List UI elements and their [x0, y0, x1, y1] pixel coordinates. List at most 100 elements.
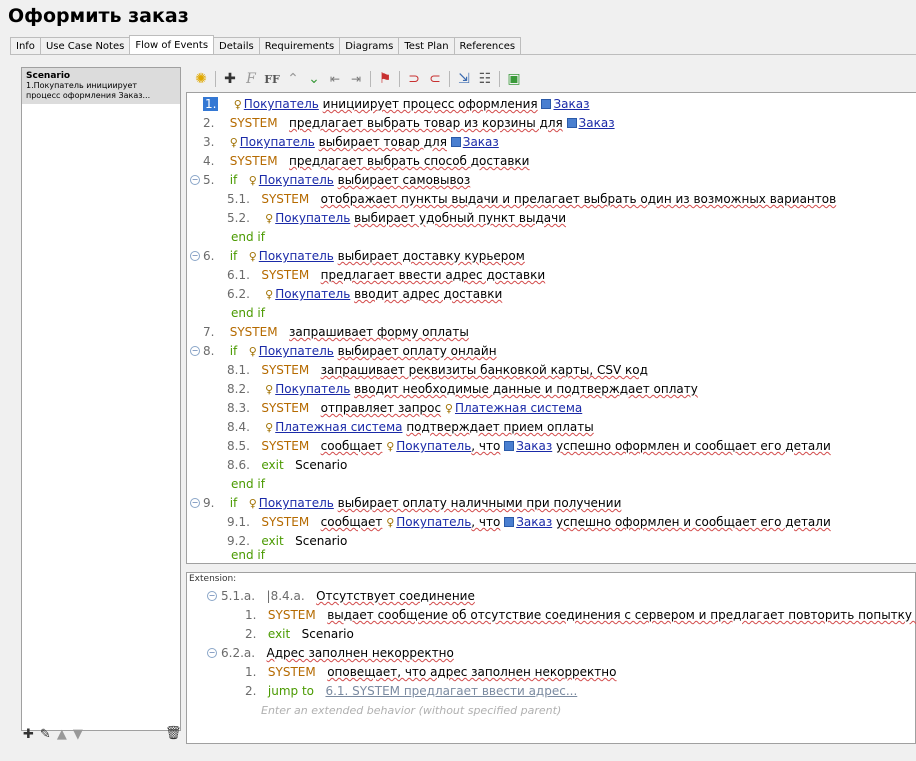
insert-icon[interactable]: ⇲	[455, 70, 473, 88]
jump-target-link[interactable]: 6.1. SYSTEM предлагает ввести адрес...	[325, 684, 577, 698]
collapse-icon[interactable]: −	[190, 251, 200, 261]
extension-row[interactable]: 5.1.a. |8.4.a. Отсутствует соединение	[221, 587, 475, 606]
step-row[interactable]: 8. if ♀ Покупатель выбирает оплату онлайн	[203, 342, 497, 361]
actor-link[interactable]: Покупатель	[275, 287, 350, 301]
if-keyword: if	[229, 249, 238, 263]
step-row[interactable]: 6.2. ♀ Покупатель вводит адрес доставки	[227, 285, 502, 304]
loop-icon[interactable]: ⊂	[426, 70, 444, 88]
move-down-icon[interactable]: ⌄	[305, 70, 323, 88]
step-row[interactable]: 4. SYSTEM предлагает выбрать способ дост…	[203, 152, 529, 171]
tab-requirements[interactable]: Requirements	[258, 37, 341, 55]
move-up-icon[interactable]: ▲	[57, 727, 67, 742]
collapse-icon[interactable]: −	[207, 648, 217, 658]
separator	[370, 71, 371, 87]
step-row[interactable]: 7. SYSTEM запрашивает форму оплаты	[203, 323, 469, 342]
indent-icon[interactable]: ⇥	[347, 70, 365, 88]
branch-icon[interactable]: ⊃	[405, 70, 423, 88]
step-number: 8.5.	[227, 439, 250, 453]
tab-flow-of-events[interactable]: Flow of Events	[129, 35, 215, 55]
outdent-icon[interactable]: ⇤	[326, 70, 344, 88]
tab-details[interactable]: Details	[213, 37, 260, 55]
tab-test-plan[interactable]: Test Plan	[398, 37, 455, 55]
entity-link[interactable]: Заказ	[516, 439, 552, 453]
extension-placeholder[interactable]: Enter an extended behavior (without spec…	[261, 701, 561, 720]
step-row[interactable]: 8.5. SYSTEM сообщает ♀ Покупатель, что За…	[227, 437, 831, 456]
extension-step[interactable]: 1. SYSTEM выдает сообщение об отсутствие…	[245, 606, 916, 625]
actor-link[interactable]: Покупатель	[275, 211, 350, 225]
edit-icon[interactable]: ✎	[40, 727, 51, 742]
step-row[interactable]: 6.1. SYSTEM предлагает ввести адрес дост…	[227, 266, 545, 285]
tab-references[interactable]: References	[453, 37, 522, 55]
step-number: 2.	[203, 116, 215, 130]
step-row[interactable]: 9.1. SYSTEM сообщает ♀ Покупатель, что За…	[227, 513, 831, 532]
step-row[interactable]: 6. if ♀ Покупатель выбирает доставку курь…	[203, 247, 525, 266]
step-row[interactable]: 1. ♀ Покупатель инициирует процесс оформл…	[203, 95, 590, 114]
step-row[interactable]: 8.1. SYSTEM запрашивает реквизиты банков…	[227, 361, 648, 380]
step-row[interactable]: 5.1. SYSTEM отображает пункты выдачи и п…	[227, 190, 836, 209]
add-step-icon[interactable]: ✚	[221, 70, 239, 88]
step-row[interactable]: 5.2. ♀ Покупатель выбирает удобный пункт …	[227, 209, 566, 228]
move-up-icon[interactable]: ⌃	[284, 70, 302, 88]
delete-icon[interactable]: 🗑	[165, 726, 182, 741]
extension-step[interactable]: 1. SYSTEM оповещает, что адрес заполнен …	[245, 663, 617, 682]
actor-icon: ♀	[233, 98, 242, 111]
collapse-icon[interactable]: −	[207, 591, 217, 601]
entity-link[interactable]: Заказ	[463, 135, 499, 149]
step-row[interactable]: 8.2. ♀ Покупатель вводит необходимые данн…	[227, 380, 698, 399]
actor-link[interactable]: Покупатель	[396, 439, 471, 453]
tab-info[interactable]: Info	[10, 37, 41, 55]
if-keyword: if	[229, 496, 238, 510]
step-row[interactable]: 8.4. ♀ Платежная система подтверждает при…	[227, 418, 594, 437]
collapse-icon[interactable]: −	[190, 346, 200, 356]
step-row[interactable]: 5. if ♀ Покупатель выбирает самовывоз	[203, 171, 470, 190]
actor-link[interactable]: Покупатель	[259, 496, 334, 510]
scenario-item[interactable]: Scenario 1.Покупатель инициирует процесс…	[22, 68, 180, 104]
collapse-icon[interactable]: −	[190, 498, 200, 508]
step-number: 1.	[203, 97, 219, 111]
format-f-icon[interactable]: FF	[263, 70, 281, 88]
move-down-icon[interactable]: ▼	[73, 727, 83, 742]
actor-link[interactable]: Платежная система	[275, 420, 402, 434]
actor-icon: ♀	[248, 250, 257, 263]
extension-title: Отсутствует соединение	[316, 589, 475, 603]
checklist-icon[interactable]: ☷	[476, 70, 494, 88]
step-row[interactable]: 9. if ♀ Покупатель выбирает оплату наличн…	[203, 494, 621, 513]
actor-link[interactable]: Покупатель	[259, 249, 334, 263]
flow-editor[interactable]: 1. ♀ Покупатель инициирует процесс оформл…	[186, 92, 916, 564]
step-row[interactable]: 8.3. SYSTEM отправляет запрос ♀ Платежная…	[227, 399, 582, 418]
actor-icon: ♀	[265, 383, 274, 396]
new-step-icon[interactable]: ✺	[192, 70, 210, 88]
end-if: end if	[231, 230, 265, 244]
window-icon[interactable]: ▣	[505, 70, 523, 88]
actor-link[interactable]: Покупатель	[259, 173, 334, 187]
entity-icon	[504, 517, 515, 527]
actor-link[interactable]: Покупатель	[244, 97, 319, 111]
entity-link[interactable]: Заказ	[516, 515, 552, 529]
entity-icon	[504, 441, 515, 451]
step-number: 5.1.	[227, 192, 250, 206]
add-icon[interactable]: ✚	[23, 727, 34, 742]
step-row[interactable]: 8.6. exit Scenario	[227, 456, 347, 475]
extension-panel[interactable]: Extension: − 5.1.a. |8.4.a. Отсутствует …	[186, 572, 916, 744]
step-row[interactable]: 2. SYSTEM предлагает выбрать товар из ко…	[203, 114, 615, 133]
flag-icon[interactable]: ⚑	[376, 70, 394, 88]
entity-link[interactable]: Заказ	[579, 116, 615, 130]
italic-f-icon[interactable]: F	[242, 70, 260, 88]
extension-row[interactable]: 6.2.a. Адрес заполнен некорректно	[221, 644, 454, 663]
tab-use-case-notes[interactable]: Use Case Notes	[39, 37, 131, 55]
actor-link[interactable]: Покупатель	[275, 382, 350, 396]
extension-step[interactable]: 2. jump to 6.1. SYSTEM предлагает ввести…	[245, 682, 577, 701]
extension-step[interactable]: 2. exit Scenario	[245, 625, 354, 644]
step-text: , что	[471, 515, 501, 529]
actor-icon: ♀	[248, 174, 257, 187]
step-row[interactable]: 3. ♀ Покупатель выбирает товар для Заказ	[203, 133, 499, 152]
system-keyword: SYSTEM	[229, 116, 278, 130]
entity-link[interactable]: Заказ	[553, 97, 589, 111]
actor-link[interactable]: Платежная система	[455, 401, 582, 415]
actor-link[interactable]: Покупатель	[259, 344, 334, 358]
actor-link[interactable]: Покупатель	[240, 135, 315, 149]
actor-link[interactable]: Покупатель	[396, 515, 471, 529]
step-number: 5.	[203, 173, 215, 187]
tab-diagrams[interactable]: Diagrams	[339, 37, 400, 55]
collapse-icon[interactable]: −	[190, 175, 200, 185]
